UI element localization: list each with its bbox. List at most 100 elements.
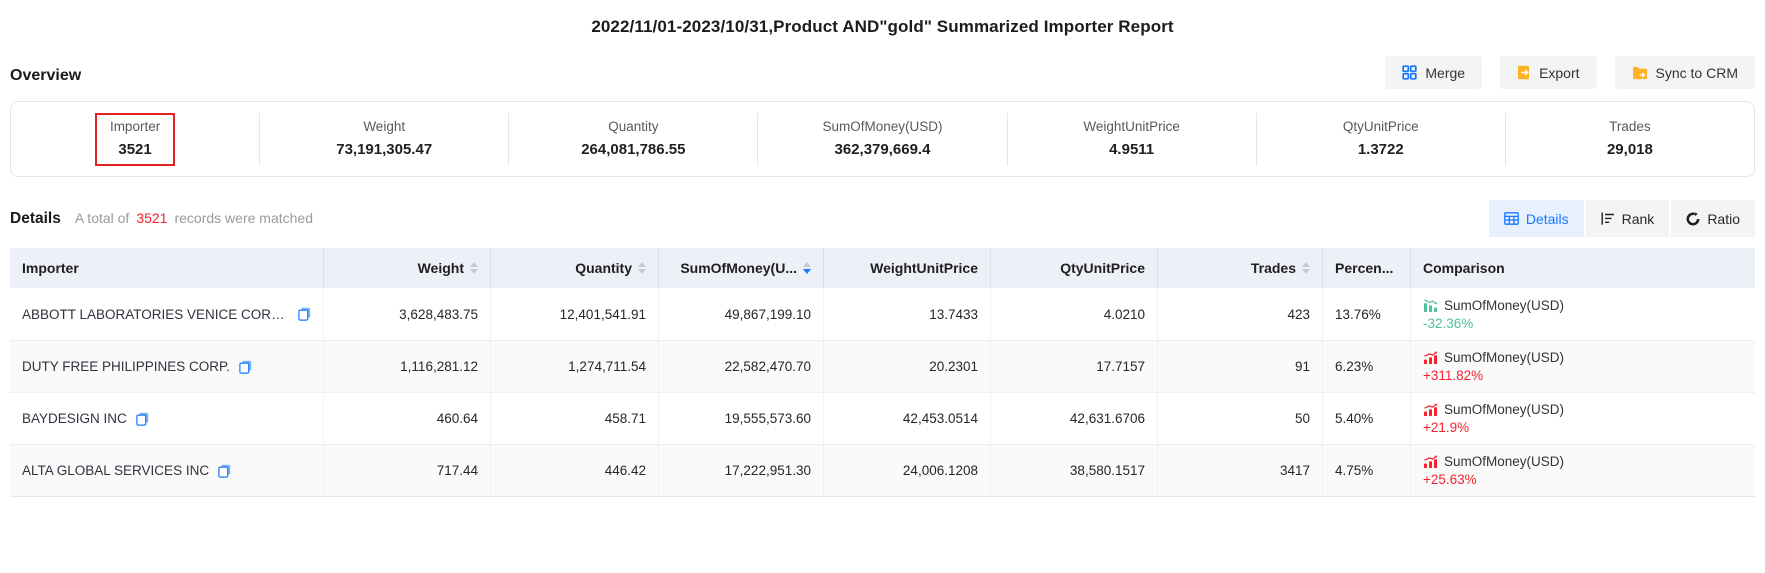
weight-cell: 3,628,483.75 xyxy=(323,288,490,340)
copy-importer-button[interactable] xyxy=(136,412,149,426)
importer-name-link[interactable]: ALTA GLOBAL SERVICES INC xyxy=(22,463,209,478)
comparison-metric-line: SumOfMoney(USD) xyxy=(1423,350,1564,365)
importer-name-link[interactable]: DUTY FREE PHILIPPINES CORP. xyxy=(22,359,230,374)
export-button[interactable]: Export xyxy=(1500,56,1596,89)
column-label: Comparison xyxy=(1423,260,1505,276)
importer-cell: BAYDESIGN INC xyxy=(10,393,323,444)
comparison-change: +311.82% xyxy=(1423,368,1564,383)
copy-importer-button[interactable] xyxy=(218,464,231,478)
column-label: Weight xyxy=(418,260,464,276)
column-header-sumofmoney-u[interactable]: SumOfMoney(U... xyxy=(658,248,823,288)
comparison-change: +21.9% xyxy=(1423,420,1564,435)
column-label: WeightUnitPrice xyxy=(870,260,978,276)
table-icon xyxy=(1504,212,1519,225)
sort-desc-icon[interactable] xyxy=(638,269,646,274)
stat-box: Trades29,018 xyxy=(1592,113,1668,166)
tab-ratio[interactable]: Ratio xyxy=(1671,200,1755,237)
column-header-quantity[interactable]: Quantity xyxy=(490,248,658,288)
stat-value: 3521 xyxy=(110,141,160,158)
sort-asc-icon[interactable] xyxy=(638,262,646,267)
comparison-metric-line: SumOfMoney(USD) xyxy=(1423,402,1564,417)
quantity-cell: 446.42 xyxy=(490,445,658,496)
comparison-metric: SumOfMoney(USD) xyxy=(1444,454,1564,469)
sort-asc-icon[interactable] xyxy=(803,262,811,267)
column-header-weight[interactable]: Weight xyxy=(323,248,490,288)
trades-cell: 50 xyxy=(1157,393,1322,444)
trend-down-chart-icon xyxy=(1423,299,1438,312)
weight-unit-price-cell: 42,453.0514 xyxy=(823,393,990,444)
sum-of-money-cell: 22,582,470.70 xyxy=(658,341,823,392)
sort-desc-icon[interactable] xyxy=(470,269,478,274)
quantity-cell: 1,274,711.54 xyxy=(490,341,658,392)
importer-cell: DUTY FREE PHILIPPINES CORP. xyxy=(10,341,323,392)
comparison-change: +25.63% xyxy=(1423,472,1564,487)
copy-icon xyxy=(136,414,149,429)
button-label: Merge xyxy=(1425,65,1465,81)
sort-carets-icon[interactable] xyxy=(470,262,478,274)
qty-unit-price-cell: 17.7157 xyxy=(990,341,1157,392)
details-summary-group: Details A total of3521records were match… xyxy=(10,210,313,228)
summary-suffix: records were matched xyxy=(174,210,313,226)
table-row: DUTY FREE PHILIPPINES CORP.1,116,281.121… xyxy=(10,340,1755,392)
importer-name-link[interactable]: BAYDESIGN INC xyxy=(22,411,127,426)
sort-desc-icon[interactable] xyxy=(803,269,811,274)
column-label: Trades xyxy=(1251,260,1296,276)
column-label: Quantity xyxy=(575,260,632,276)
stat-label: Quantity xyxy=(581,119,685,134)
trend-up-chart-icon xyxy=(1423,351,1438,364)
merge-button[interactable]: Merge xyxy=(1385,56,1482,89)
stat-value: 4.9511 xyxy=(1083,141,1180,158)
trend-up-chart-icon xyxy=(1423,455,1438,468)
stat-quantity: Quantity264,081,786.55 xyxy=(508,113,757,166)
export-icon xyxy=(1517,65,1531,80)
qty-unit-price-cell: 42,631.6706 xyxy=(990,393,1157,444)
stat-value: 73,191,305.47 xyxy=(336,141,432,158)
weight-unit-price-cell: 13.7433 xyxy=(823,288,990,340)
importer-table: ImporterWeightQuantitySumOfMoney(U...Wei… xyxy=(10,248,1755,497)
comparison-metric: SumOfMoney(USD) xyxy=(1444,298,1564,313)
qty-unit-price-cell: 38,580.1517 xyxy=(990,445,1157,496)
sync-to-crm-button[interactable]: Sync to CRM xyxy=(1615,56,1755,89)
stat-value: 362,379,669.4 xyxy=(822,141,942,158)
copy-importer-button[interactable] xyxy=(298,307,311,321)
tab-rank[interactable]: Rank xyxy=(1586,200,1670,237)
weight-cell: 717.44 xyxy=(323,445,490,496)
comparison-block: SumOfMoney(USD) +21.9% xyxy=(1423,402,1564,435)
comparison-change: -32.36% xyxy=(1423,316,1564,331)
sort-desc-icon[interactable] xyxy=(1302,269,1310,274)
sort-asc-icon[interactable] xyxy=(470,262,478,267)
weight-unit-price-cell: 24,006.1208 xyxy=(823,445,990,496)
details-bar: Details A total of3521records were match… xyxy=(10,200,1755,237)
stat-weightunitprice: WeightUnitPrice4.9511 xyxy=(1007,113,1256,166)
page-title: 2022/11/01-2023/10/31,Product AND"gold" … xyxy=(0,17,1765,37)
importer-name-link[interactable]: ABBOTT LABORATORIES VENICE CORPORAT... xyxy=(22,307,289,322)
qty-unit-price-cell: 4.0210 xyxy=(990,288,1157,340)
table-row: ALTA GLOBAL SERVICES INC717.44446.4217,2… xyxy=(10,444,1755,496)
summary-prefix: A total of xyxy=(75,210,129,226)
comparison-metric-line: SumOfMoney(USD) xyxy=(1423,298,1564,313)
sort-asc-icon[interactable] xyxy=(1302,262,1310,267)
sort-carets-icon[interactable] xyxy=(1302,262,1310,274)
comparison-cell: SumOfMoney(USD) -32.36% xyxy=(1410,288,1755,340)
column-header-qtyunitprice: QtyUnitPrice xyxy=(990,248,1157,288)
tab-label: Rank xyxy=(1622,211,1655,227)
stat-box: Quantity264,081,786.55 xyxy=(566,113,700,166)
sort-carets-icon[interactable] xyxy=(638,262,646,274)
copy-importer-button[interactable] xyxy=(239,360,252,374)
copy-icon xyxy=(218,466,231,481)
merge-icon xyxy=(1402,65,1417,80)
tab-label: Details xyxy=(1526,211,1569,227)
tab-details[interactable]: Details xyxy=(1489,200,1584,237)
percent-cell: 13.76% xyxy=(1322,288,1410,340)
percent-cell: 5.40% xyxy=(1322,393,1410,444)
trades-cell: 91 xyxy=(1157,341,1322,392)
copy-icon xyxy=(239,362,252,377)
trades-cell: 423 xyxy=(1157,288,1322,340)
column-label: Percen... xyxy=(1335,260,1393,276)
sort-carets-icon[interactable] xyxy=(803,262,811,274)
column-header-trades[interactable]: Trades xyxy=(1157,248,1322,288)
comparison-block: SumOfMoney(USD) +311.82% xyxy=(1423,350,1564,383)
percent-cell: 6.23% xyxy=(1322,341,1410,392)
comparison-cell: SumOfMoney(USD) +25.63% xyxy=(1410,445,1755,496)
stat-highlight-box: Importer3521 xyxy=(95,113,175,166)
